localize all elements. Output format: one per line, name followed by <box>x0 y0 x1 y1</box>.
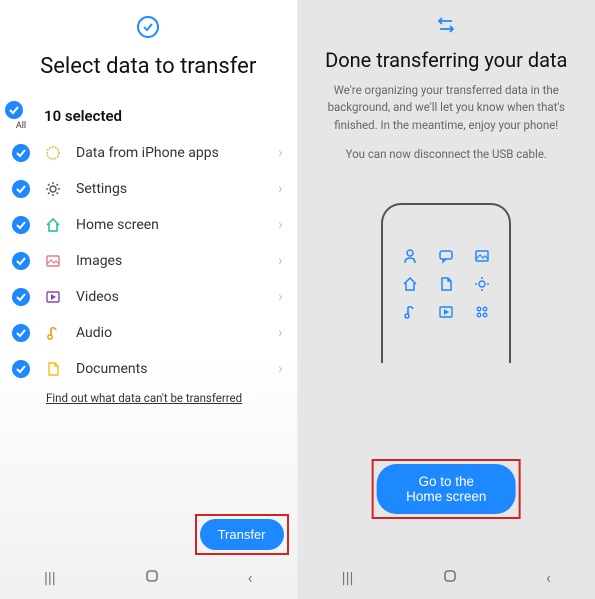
item-label: Settings <box>76 181 278 197</box>
home-icon <box>44 216 62 234</box>
select-all-row[interactable]: All 10 selected <box>0 93 297 135</box>
chevron-right-icon: › <box>278 145 282 161</box>
chevron-right-icon: › <box>278 289 282 305</box>
navigation-bar: ||| ‹ <box>298 562 595 593</box>
phone-illustration <box>381 203 511 363</box>
description-text: We're organizing your transferred data i… <box>298 82 595 146</box>
navigation-bar: ||| ‹ <box>0 562 297 593</box>
list-item[interactable]: Videos › <box>0 279 297 315</box>
page-title: Select data to transfer <box>0 48 297 93</box>
go-home-button[interactable]: Go to the Home screen <box>377 464 516 514</box>
chevron-right-icon: › <box>278 325 282 341</box>
apps-icon <box>44 144 62 162</box>
list-item[interactable]: Images › <box>0 243 297 279</box>
select-data-screen: Select data to transfer All 10 selected … <box>0 0 298 599</box>
person-icon <box>399 248 421 264</box>
check-icon[interactable] <box>12 180 30 198</box>
item-label: Videos <box>76 289 278 305</box>
check-icon[interactable] <box>12 360 30 378</box>
chevron-right-icon: › <box>278 217 282 233</box>
music-icon <box>399 304 421 320</box>
recents-button[interactable]: ||| <box>26 562 74 593</box>
images-icon <box>44 252 62 270</box>
highlight-box: Go to the Home screen <box>372 459 521 519</box>
app-icon-grid <box>399 248 493 320</box>
audio-icon <box>44 324 62 342</box>
disconnect-text: You can now disconnect the USB cable. <box>298 146 595 203</box>
page-title: Done transferring your data <box>298 48 595 82</box>
list-item[interactable]: Settings › <box>0 171 297 207</box>
back-button[interactable]: ‹ <box>230 562 271 593</box>
cant-transfer-link[interactable]: Find out what data can't be transferred <box>46 391 297 405</box>
item-label: Documents <box>76 361 278 377</box>
documents-icon <box>44 360 62 378</box>
recents-button[interactable]: ||| <box>324 562 372 593</box>
back-button[interactable]: ‹ <box>528 562 569 593</box>
list-item[interactable]: Documents › <box>0 351 297 387</box>
list-item[interactable]: Audio › <box>0 315 297 351</box>
list-item[interactable]: Home screen › <box>0 207 297 243</box>
item-label: Data from iPhone apps <box>76 145 278 161</box>
gear-icon <box>44 180 62 198</box>
image-icon <box>471 248 493 264</box>
check-icon[interactable] <box>12 324 30 342</box>
check-circle-icon <box>137 16 159 38</box>
gear-icon <box>471 276 493 292</box>
check-icon <box>5 101 23 119</box>
transfer-button[interactable]: Transfer <box>200 519 284 550</box>
item-label: Home screen <box>76 217 278 233</box>
check-icon[interactable] <box>12 216 30 234</box>
check-icon[interactable] <box>12 144 30 162</box>
select-all-check[interactable]: All <box>8 101 34 131</box>
chevron-right-icon: › <box>278 253 282 269</box>
videos-icon <box>44 288 62 306</box>
check-icon[interactable] <box>12 252 30 270</box>
home-button[interactable] <box>424 562 476 593</box>
list-item[interactable]: Data from iPhone apps › <box>0 135 297 171</box>
chevron-right-icon: › <box>278 361 282 377</box>
chevron-right-icon: › <box>278 181 282 197</box>
item-label: Images <box>76 253 278 269</box>
document-icon <box>435 276 457 292</box>
chat-icon <box>435 248 457 264</box>
item-label: Audio <box>76 325 278 341</box>
header-icon <box>298 0 595 48</box>
swap-icon <box>436 16 456 34</box>
highlight-box: Transfer <box>195 514 289 555</box>
home-icon <box>399 276 421 292</box>
selected-count: 10 selected <box>44 107 122 125</box>
all-label: All <box>16 121 26 131</box>
play-icon <box>435 304 457 320</box>
done-transferring-screen: Done transferring your data We're organi… <box>298 0 595 599</box>
header-icon <box>0 0 297 48</box>
apps-icon <box>471 304 493 320</box>
home-button[interactable] <box>126 562 178 593</box>
check-icon[interactable] <box>12 288 30 306</box>
